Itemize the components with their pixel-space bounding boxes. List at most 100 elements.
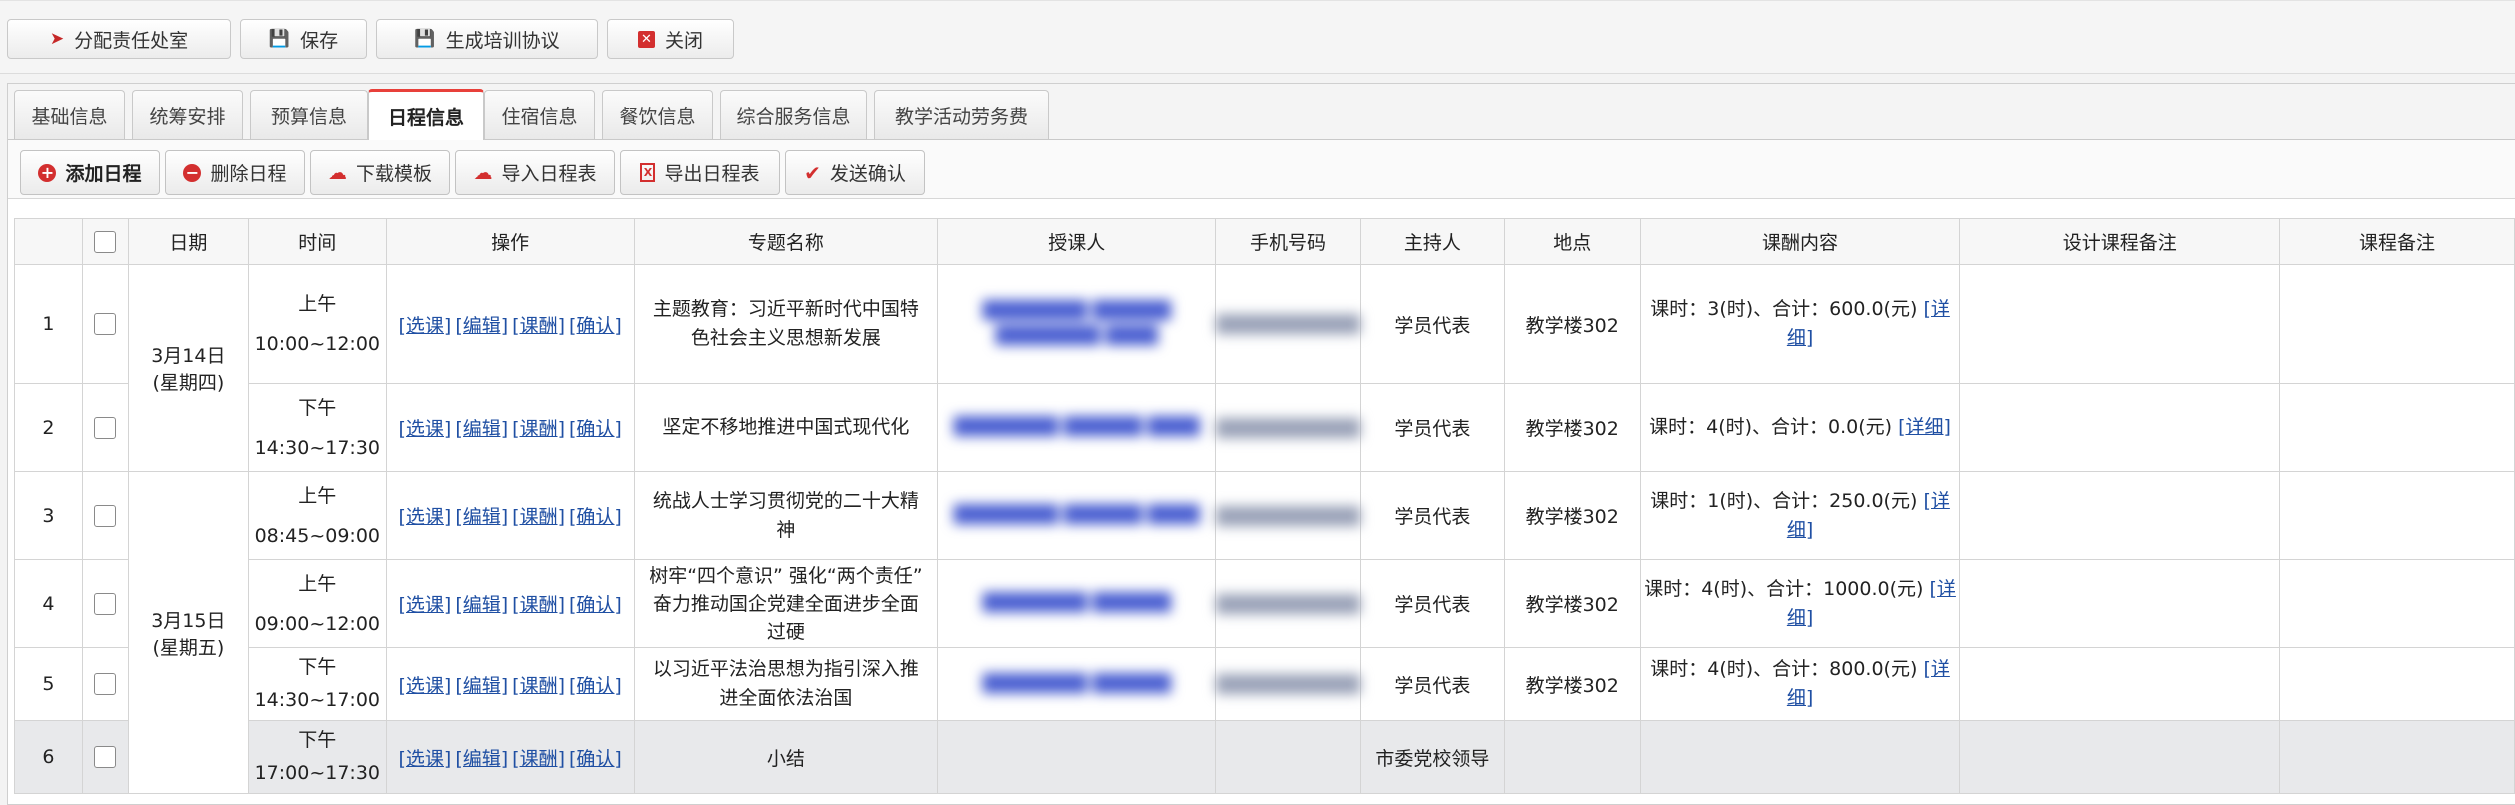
row-select[interactable] [81,264,129,384]
confirm-link[interactable]: [确认] [569,594,622,616]
col-course-note: 课程备注 [2279,218,2515,265]
time-cell: 上午 10:00~12:00 [247,264,387,384]
row-select[interactable] [81,383,129,472]
select-course-link[interactable]: [选课] [399,418,452,440]
time-cell: 上午 09:00~12:00 [247,559,387,648]
design-note-cell [1959,647,2281,721]
time-range: 10:00~12:00 [254,333,380,355]
place-cell: 教学楼302 [1503,559,1641,648]
course-note-cell [2279,471,2515,560]
col-teacher: 授课人 [937,218,1217,265]
add-schedule-button[interactable]: + 添加日程 [20,150,160,195]
design-note-cell [1959,264,2281,384]
row-number: 3 [14,471,83,560]
select-all-header[interactable] [81,218,129,265]
row-select[interactable] [81,471,129,560]
edit-link[interactable]: [编辑] [455,506,508,528]
delete-schedule-button[interactable]: − 删除日程 [165,150,305,195]
select-course-link[interactable]: [选课] [399,594,452,616]
close-button[interactable]: ✕ 关闭 [607,19,734,59]
host-cell: 学员代表 [1359,264,1505,384]
edit-link[interactable]: [编辑] [455,315,508,337]
export-schedule-button[interactable]: X 导出日程表 [620,150,780,195]
generate-agreement-button[interactable]: 💾 生成培训协议 [376,19,598,59]
fee-link[interactable]: [课酬] [512,418,565,440]
teacher-cell: ████████ ██████ ████ [937,471,1217,560]
fee-text: 课时：4(时)、合计：1000.0(元) [1644,577,1924,600]
time-cell: 下午 14:30~17:30 [247,383,387,472]
edit-link[interactable]: [编辑] [455,594,508,616]
row-select[interactable] [81,647,129,721]
tab-service-info[interactable]: 综合服务信息 [720,90,867,139]
schedule-toolbar: + 添加日程 − 删除日程 ☁ 下载模板 ☁ 导入日程表 X 导出日程表 ✔ 发… [8,140,2515,199]
ampm-label: 上午 [298,572,337,595]
download-template-button[interactable]: ☁ 下载模板 [310,150,450,195]
import-schedule-button[interactable]: ☁ 导入日程表 [455,150,615,195]
tab-teaching-fees[interactable]: 教学活动劳务费 [874,90,1049,139]
edit-link[interactable]: [编辑] [455,418,508,440]
select-course-link[interactable]: [选课] [399,315,452,337]
tab-catering-info[interactable]: 餐饮信息 [602,90,713,139]
fee-link[interactable]: [课酬] [512,315,565,337]
confirm-link[interactable]: [确认] [569,748,622,770]
generate-agreement-label: 生成培训协议 [445,29,560,52]
row-checkbox[interactable] [94,313,117,336]
confirm-link[interactable]: [确认] [569,675,622,697]
confirm-link[interactable]: [确认] [569,418,622,440]
fee-text: 课时：1(时)、合计：250.0(元) [1650,489,1918,512]
row-checkbox[interactable] [94,673,117,696]
select-course-link[interactable]: [选课] [399,506,452,528]
row-checkbox[interactable] [94,592,117,615]
edit-link[interactable]: [编辑] [455,748,508,770]
assign-office-label: 分配责任处室 [74,29,189,52]
confirm-link[interactable]: [确认] [569,315,622,337]
tab-schedule-info[interactable]: 日程信息 [368,89,484,140]
teacher-redacted: ████████ ██████ ████ [953,505,1200,525]
fee-detail-link[interactable]: [详细] [1898,416,1951,438]
table-row: 1 3月14日 (星期四) 上午 10:00~12:00 [选课] [编辑] [课酬][… [14,264,2515,472]
select-course-link[interactable]: [选课] [399,675,452,697]
teacher-redacted: ████████ ██████ ████ [953,417,1200,437]
place-cell [1503,720,1641,794]
assign-office-button[interactable]: ➤ 分配责任处室 [7,19,231,59]
send-confirm-button[interactable]: ✔ 发送确认 [785,150,925,195]
fee-link[interactable]: [课酬] [512,506,565,528]
fee-link[interactable]: [课酬] [512,594,565,616]
col-date: 日期 [127,218,249,265]
row-select[interactable] [81,559,129,648]
edit-link[interactable]: [编辑] [455,675,508,697]
row-number: 4 [14,559,83,648]
plus-circle-icon: + [38,163,57,182]
time-range: 08:45~09:00 [254,524,380,547]
teacher-cell: ████████ ██████ ████ [937,383,1217,472]
row-checkbox[interactable] [94,746,117,769]
tab-accommodation-info[interactable]: 住宿信息 [484,90,595,139]
tab-overall-arrangement[interactable]: 统筹安排 [132,90,243,139]
row-checkbox[interactable] [94,504,117,527]
select-all-checkbox[interactable] [94,230,117,253]
phone-redacted: ███████████ [1216,506,1360,527]
row-select[interactable] [81,720,129,794]
fee-link[interactable]: [课酬] [512,748,565,770]
phone-redacted: ███████████ [1216,675,1360,695]
select-course-link[interactable]: [选课] [399,748,452,770]
time-range: 09:00~12:00 [254,612,380,635]
ops-cell: [选课] [编辑] [课酬] [确认] [385,471,635,560]
confirm-link[interactable]: [确认] [569,506,622,528]
time-cell: 下午 17:00~17:30 [247,720,387,794]
save-button[interactable]: 💾 保存 [240,19,367,59]
ops-cell: [选课] [编辑] [课酬] [确认] [385,383,635,472]
row-number: 2 [14,383,83,472]
course-note-cell [2279,559,2515,648]
fee-link[interactable]: [课酬] [512,675,565,697]
phone-cell: ███████████ [1215,559,1361,648]
main-panel: 基础信息 统筹安排 预算信息 日程信息 住宿信息 餐饮信息 综合服务信息 教学活… [7,83,2515,805]
row-checkbox[interactable] [94,416,117,439]
fee-cell: 课时：4(时)、合计：0.0(元) [详细] [1639,383,1961,472]
ampm-label: 下午 [298,396,337,419]
ampm-label: 上午 [298,293,337,315]
close-label: 关闭 [664,29,703,52]
topic-cell: 树牢“四个意识” 强化“两个责任” 奋力推动国企党建全面进步全面过硬 [633,559,939,648]
tab-budget-info[interactable]: 预算信息 [250,90,368,139]
tab-basic-info[interactable]: 基础信息 [14,90,125,139]
